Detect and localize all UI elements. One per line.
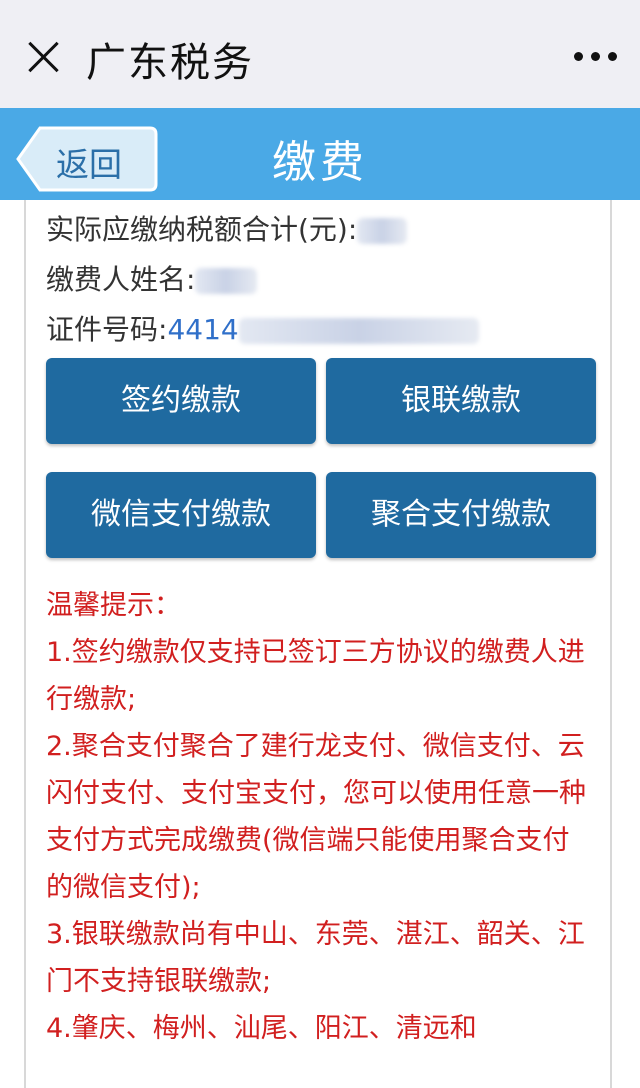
tip-item: 1.签约缴款仅支持已签订三方协议的缴费人进行缴款;: [46, 637, 585, 715]
tip-item: 4.肇庆、梅州、汕尾、阳江、清远和: [46, 1013, 477, 1044]
tips-title: 温馨提示：: [46, 590, 181, 621]
tax-total-row: 实际应缴纳税额合计(元):: [46, 208, 408, 248]
id-number-prefix: 4414: [167, 313, 239, 346]
page-title: 缴费: [272, 137, 368, 188]
close-icon[interactable]: [26, 40, 60, 74]
id-number-row: 证件号码:4414: [46, 308, 479, 348]
payer-name-value-redacted: [195, 268, 258, 294]
payer-name-label: 缴费人姓名:: [46, 263, 196, 296]
sign-pay-button[interactable]: 签约缴款: [46, 358, 316, 444]
wechat-pay-button[interactable]: 微信支付缴款: [46, 472, 316, 558]
tips-section: 温馨提示： 1.签约缴款仅支持已签订三方协议的缴费人进行缴款; 2.聚合支付聚合…: [46, 582, 586, 1052]
app-title: 广东税务: [86, 40, 254, 86]
top-bar: 广东税务: [0, 0, 640, 108]
tip-item: 2.聚合支付聚合了建行龙支付、微信支付、云闪付支付、支付宝支付，您可以使用任意一…: [46, 731, 586, 903]
payer-name-row: 缴费人姓名:: [46, 258, 258, 298]
tax-total-value-redacted: [357, 218, 408, 244]
tip-item: 3.银联缴款尚有中山、东莞、湛江、韶关、江门不支持银联缴款;: [46, 919, 585, 997]
aggregate-pay-button[interactable]: 聚合支付缴款: [326, 472, 596, 558]
id-number-redacted: [238, 318, 479, 344]
unionpay-pay-button[interactable]: 银联缴款: [326, 358, 596, 444]
id-number-label: 证件号码:: [46, 313, 168, 346]
content-panel: 实际应缴纳税额合计(元): 缴费人姓名: 证件号码:4414 签约缴款 银联缴款…: [24, 200, 612, 1088]
tax-total-label: 实际应缴纳税额合计(元):: [46, 213, 358, 246]
more-icon[interactable]: [574, 52, 618, 62]
page-header: 返回 缴费: [0, 108, 640, 200]
